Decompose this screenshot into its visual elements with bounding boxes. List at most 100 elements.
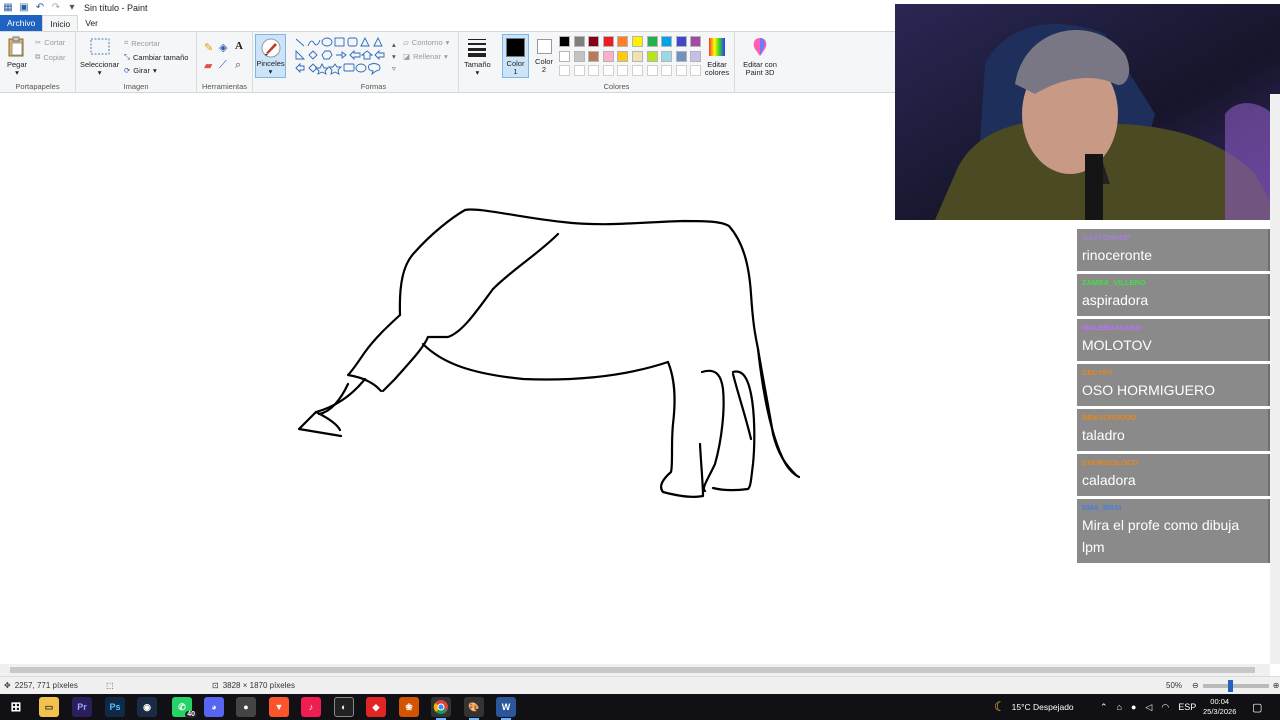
- chrome-icon[interactable]: [431, 697, 451, 720]
- palette-swatch[interactable]: [573, 50, 585, 62]
- outline-button[interactable]: ▱ Contorno ▾: [403, 38, 449, 47]
- palette-swatch[interactable]: [646, 36, 658, 47]
- fl-studio-icon[interactable]: ❀: [399, 697, 419, 717]
- palette-swatch[interactable]: [632, 36, 643, 47]
- palette-swatch[interactable]: [646, 50, 658, 62]
- palette-swatch[interactable]: [661, 36, 673, 47]
- clock[interactable]: 00:04 25/3/2026: [1203, 694, 1236, 720]
- zoom-slider[interactable]: [1202, 679, 1269, 692]
- palette-swatch[interactable]: [675, 50, 687, 62]
- palette-swatch[interactable]: [559, 50, 570, 62]
- windows-start-icon[interactable]: ⊞: [6, 697, 26, 717]
- premiere-icon[interactable]: Pr: [72, 697, 92, 717]
- mic-icon[interactable]: ●: [1131, 702, 1136, 712]
- palette-swatch[interactable]: [617, 50, 629, 62]
- whatsapp-icon[interactable]: ✆ 40: [172, 697, 197, 718]
- tray-chevron-icon[interactable]: ⌃: [1100, 702, 1108, 713]
- horizontal-scroll-thumb[interactable]: [10, 667, 1255, 673]
- palette-swatch[interactable]: [602, 36, 614, 47]
- wifi-icon[interactable]: ◠: [1161, 702, 1169, 713]
- weather-widget[interactable]: ☾ 15°C Despejado: [994, 694, 1074, 720]
- pencil-icon[interactable]: ✎: [204, 41, 213, 54]
- color2-button[interactable]: Color 2: [532, 37, 556, 74]
- redo-icon[interactable]: ↷: [50, 2, 62, 14]
- tab-ver[interactable]: Ver: [78, 15, 105, 31]
- zoom-in-icon[interactable]: ⊕: [1273, 681, 1280, 690]
- vertical-scrollbar[interactable]: [1270, 94, 1280, 664]
- shapes-gallery[interactable]: [294, 37, 392, 75]
- palette-swatch[interactable]: [690, 50, 702, 62]
- status-bar: ✥ 2257, 771 píxeles ⬚ ⊡ 3828 × 1870 píxe…: [0, 676, 1280, 694]
- palette-empty-swatch[interactable]: [559, 65, 570, 76]
- palette-swatch[interactable]: [602, 50, 614, 62]
- color2-swatch: [536, 39, 552, 54]
- select-button[interactable]: Seleccionar ▾: [80, 36, 119, 77]
- cut-button[interactable]: ✂ Cortar: [35, 38, 65, 47]
- palette-empty-swatch[interactable]: [661, 65, 673, 76]
- notifications-icon[interactable]: ▢: [1252, 694, 1262, 720]
- palette-empty-swatch[interactable]: [602, 65, 614, 76]
- edit-paint3d-button[interactable]: Editar con Paint 3D: [740, 36, 780, 77]
- fill-bucket-icon[interactable]: ◈: [219, 41, 227, 54]
- line-size-icon: [468, 39, 487, 57]
- color1-button[interactable]: Color 1: [502, 34, 529, 78]
- file-explorer-icon[interactable]: ▭: [39, 697, 59, 717]
- palette-empty-swatch[interactable]: [646, 65, 658, 76]
- magnifier-icon[interactable]: ⌕: [235, 59, 241, 72]
- tiktok-icon[interactable]: ♪: [301, 697, 321, 717]
- chat-overlay: GASTONHDP rinoceronte ZAMBA_VILLERO aspirad…: [1077, 229, 1271, 566]
- palette-swatch[interactable]: [690, 36, 702, 47]
- crop-button[interactable]: ⌗ Recortar: [124, 38, 160, 48]
- volume-icon[interactable]: ◁: [1145, 702, 1152, 713]
- rotate-button[interactable]: ⟳ Girar ▾: [124, 66, 157, 75]
- color-picker-icon[interactable]: ⟋: [219, 59, 227, 72]
- copy-button[interactable]: ⧉ Copiar: [35, 52, 65, 62]
- zoom-slider-thumb[interactable]: [1227, 679, 1233, 692]
- palette-swatch[interactable]: [675, 36, 687, 47]
- palette-swatch[interactable]: [632, 50, 643, 62]
- language-indicator[interactable]: ESP: [1178, 702, 1196, 712]
- network-icon[interactable]: ⌂: [1117, 702, 1122, 712]
- shapes-scroll-up-icon[interactable]: ▴: [392, 40, 396, 49]
- palette-swatch[interactable]: [661, 50, 673, 62]
- app-icon[interactable]: ◐: [334, 697, 354, 717]
- palette-swatch[interactable]: [588, 50, 600, 62]
- palette-swatch[interactable]: [573, 36, 585, 47]
- edit-colors-button[interactable]: Editar colores: [703, 36, 731, 77]
- tab-archivo[interactable]: Archivo: [0, 15, 43, 31]
- palette-swatch[interactable]: [559, 36, 570, 47]
- save-icon[interactable]: ▣: [18, 2, 30, 14]
- crop-label: Recortar: [131, 38, 160, 48]
- palette-empty-swatch[interactable]: [617, 65, 629, 76]
- palette-empty-swatch[interactable]: [675, 65, 687, 76]
- brave-icon[interactable]: ▼: [269, 697, 289, 717]
- discord-icon[interactable]: ◕: [204, 697, 224, 717]
- eraser-icon[interactable]: ▰: [204, 59, 212, 72]
- scissors-icon: ✂: [35, 38, 42, 47]
- horizontal-scrollbar[interactable]: [0, 664, 1270, 676]
- shapes-more-icon[interactable]: ▿: [392, 64, 396, 73]
- customize-chevron-icon[interactable]: ▾: [66, 2, 78, 14]
- palette-swatch[interactable]: [617, 36, 629, 47]
- fill-button[interactable]: ◪ Rellenar ▾: [403, 52, 448, 61]
- resize-button[interactable]: ⤡ Cambiar tamaño: [124, 52, 188, 62]
- palette-empty-swatch[interactable]: [632, 65, 643, 76]
- shapes-scroll-down-icon[interactable]: ▾: [392, 52, 396, 61]
- palette-swatch[interactable]: [588, 36, 600, 47]
- paste-button[interactable]: Pegar ▾: [6, 36, 28, 77]
- word-icon[interactable]: W: [496, 697, 516, 720]
- undo-icon[interactable]: ↶: [34, 2, 46, 14]
- palette-empty-swatch[interactable]: [588, 65, 600, 76]
- obs-icon[interactable]: ●: [236, 697, 256, 717]
- paint-icon[interactable]: 🎨: [464, 697, 484, 720]
- zoom-out-icon[interactable]: ⊖: [1192, 681, 1199, 690]
- tab-inicio[interactable]: Inicio: [42, 15, 79, 31]
- photoshop-icon[interactable]: Ps: [105, 697, 125, 717]
- size-button[interactable]: Tamaño ▾: [464, 36, 491, 77]
- palette-empty-swatch[interactable]: [573, 65, 585, 76]
- text-icon[interactable]: A: [235, 40, 243, 52]
- brushes-button[interactable]: Pinceles ▾: [255, 34, 286, 78]
- streamlabs-icon[interactable]: ◆: [366, 697, 386, 717]
- steam-icon[interactable]: ◉: [137, 697, 157, 717]
- palette-empty-swatch[interactable]: [690, 65, 702, 76]
